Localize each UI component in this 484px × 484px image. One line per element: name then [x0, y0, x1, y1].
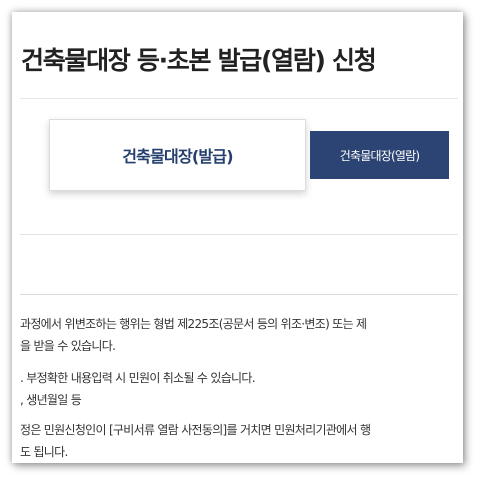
tab-building-register-view[interactable]: 건축물대장(열람) — [310, 131, 449, 179]
tab-label: 건축물대장(열람) — [339, 148, 420, 163]
notice-line: 도 됩니다. — [20, 445, 68, 458]
notice-line: . 부정확한 내용입력 시 민원이 취소될 수 있습니다. — [20, 371, 256, 385]
notice-line: 을 받을 수 있습니다. — [20, 339, 116, 353]
page-viewport: 건축물대장 등·초본 발급(열람) 신청 건축물대장(발급) 건축물대장(열람)… — [20, 20, 458, 458]
notice-line: 과정에서 위변조하는 행위는 형법 제225조(공문서 등의 위조·변조) 또는… — [20, 317, 367, 331]
title-divider — [20, 98, 458, 99]
page-title: 건축물대장 등·초본 발급(열람) 신청 — [21, 46, 377, 75]
tab-label: 건축물대장(발급) — [122, 147, 233, 166]
tab-building-register-issue[interactable]: 건축물대장(발급) — [49, 119, 306, 191]
section-divider — [20, 294, 458, 295]
notice-line: , 생년월일 등 — [20, 393, 82, 407]
section-divider — [20, 234, 458, 235]
notice-line: 정은 민원신청인이 [구비서류 열람 사전동의]를 거치면 민원처리기관에서 행 — [20, 423, 371, 437]
